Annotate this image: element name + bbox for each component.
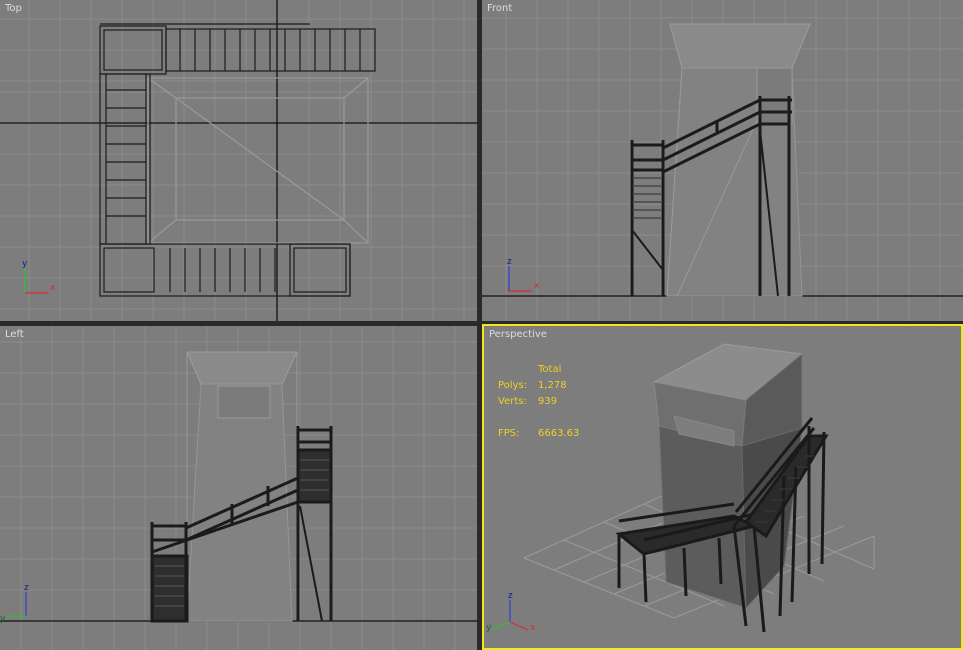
axis-z-label: z [24,583,29,593]
axis-x-label: x [50,283,56,293]
top-tower-outline [147,77,369,244]
axis-x-label: x [534,281,540,291]
axis-y-label: y [22,259,28,269]
viewport-label-perspective[interactable]: Perspective [489,329,547,340]
viewport-front[interactable]: z x Front [482,0,963,321]
verts-label: Verts: [498,396,527,407]
viewport-perspective[interactable]: z y x Perspective Total Polys: 1,278 Ver… [482,324,963,650]
axis-x-label: x [530,623,536,633]
perspective-axis-tripod: z y x [486,591,536,633]
stats-polys-row: Polys: 1,278 [498,378,579,394]
axis-z-label: z [507,257,512,267]
viewport-label-front[interactable]: Front [487,3,512,14]
left-axis-tripod: z y [0,583,29,624]
axis-z-label: z [508,591,513,601]
scene-statistics: Total Polys: 1,278 Verts: 939 FPS: 6663.… [498,362,579,442]
top-axes-lines [0,0,477,321]
viewport-label-left[interactable]: Left [5,329,24,340]
polys-value: 1,278 [538,380,567,391]
front-stair-treads [634,177,661,219]
viewport-left[interactable]: z y Left [0,326,477,650]
top-grid [0,0,477,321]
fps-label: FPS: [498,428,520,439]
top-axis-tripod: y x [22,259,56,294]
front-axis-tripod: z x [507,257,540,292]
axis-y-label: y [486,623,492,633]
top-stairs-wireframe [99,23,376,297]
front-view-canvas: z x [482,0,963,321]
verts-value: 939 [538,396,558,407]
stats-verts-row: Verts: 939 [498,394,579,410]
top-view-canvas: y x [0,0,477,321]
stats-header: Total [538,364,562,375]
polys-label: Polys: [498,380,528,391]
viewport-top[interactable]: y x Top [0,0,477,321]
viewport-label-top[interactable]: Top [5,3,22,14]
axis-y-label: y [0,614,6,624]
left-view-canvas: z y [0,326,477,650]
fps-value: 6663.63 [538,428,580,439]
stats-fps-row: FPS: 6663.63 [498,426,579,442]
